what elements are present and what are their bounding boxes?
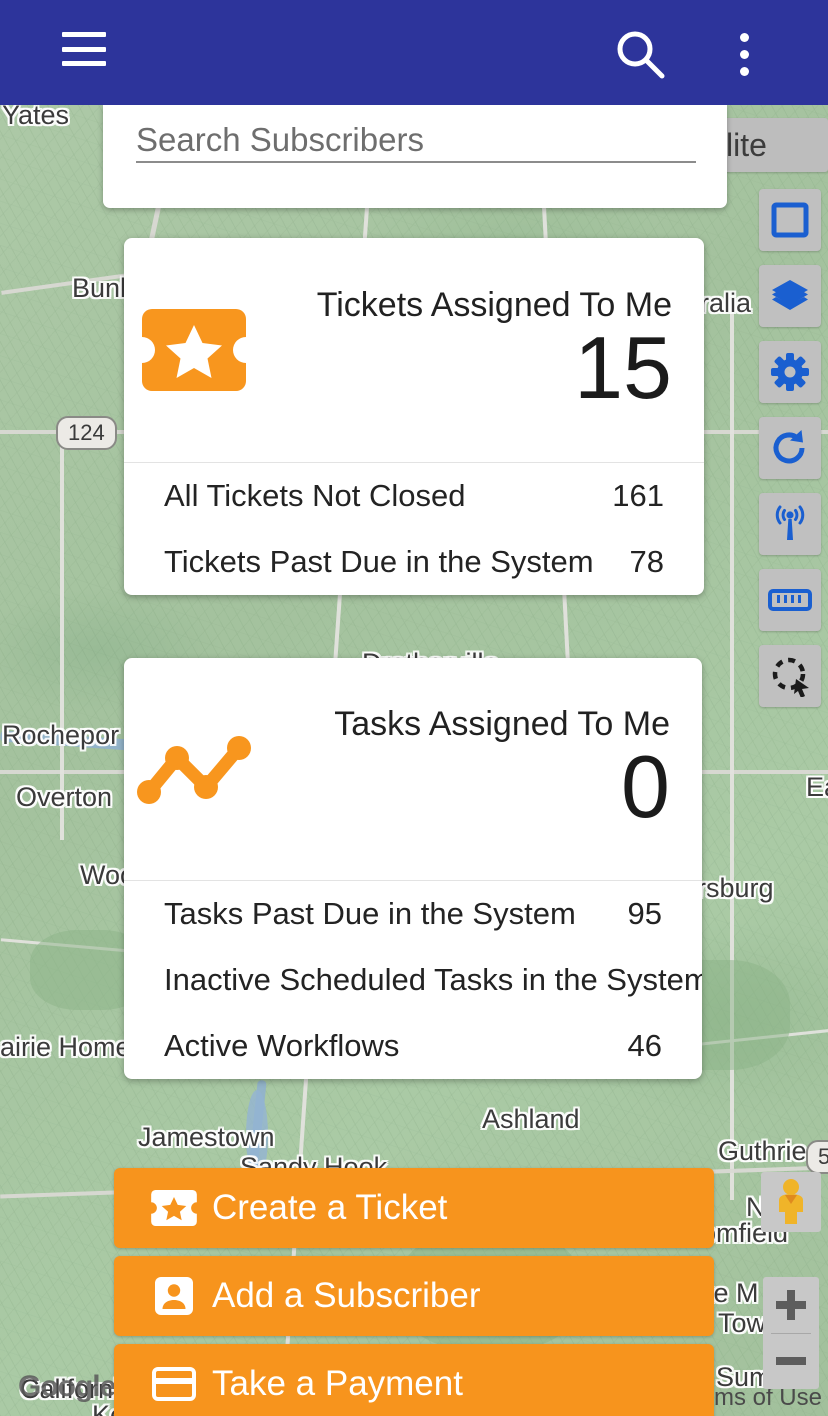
satellite-toggle-button[interactable]: lite (714, 118, 828, 172)
map-place-label: Guthrie (718, 1136, 807, 1166)
create-ticket-icon-wrap (136, 1190, 212, 1226)
map-route-shield: 124 (56, 416, 117, 450)
subscriber-search-panel (103, 105, 727, 208)
list-item[interactable]: Tasks Past Due in the System 95 (124, 881, 702, 947)
person-icon (155, 1277, 193, 1315)
ticket-star-icon (142, 309, 246, 391)
more-dot (739, 49, 749, 59)
tasks-stat-list: Tasks Past Due in the System 95 Inactive… (124, 881, 702, 1079)
list-item[interactable]: All Tickets Not Closed 161 (124, 463, 704, 529)
more-dot (739, 32, 749, 42)
line-chart-icon (137, 736, 251, 804)
street-view-pegman-icon (779, 1179, 803, 1224)
stat-value: 78 (629, 544, 664, 579)
lasso-select-icon (772, 657, 809, 697)
tasks-summary-card[interactable]: Tasks Assigned To Me 0 Tasks Past Due in… (124, 658, 702, 1079)
zoom-in-button[interactable] (763, 1277, 819, 1333)
tasks-card-head-text: Tasks Assigned To Me 0 (264, 705, 702, 836)
more-dot (739, 66, 749, 76)
satellite-toggle-label: lite (726, 126, 767, 163)
stat-value: 161 (612, 478, 664, 513)
stat-value: 95 (627, 896, 662, 931)
lasso-select-icon-button[interactable] (759, 645, 821, 707)
stat-label: Active Workflows (164, 1028, 400, 1063)
credit-card-icon (152, 1367, 196, 1401)
square-outline-icon-button[interactable] (759, 189, 821, 251)
stat-label: Tasks Past Due in the System (164, 896, 576, 931)
map-place-label: Jamestown (138, 1122, 275, 1152)
create-a-ticket-button[interactable]: Create a Ticket (114, 1168, 714, 1248)
ruler-icon (768, 589, 812, 611)
broadcast-tower-icon (775, 505, 805, 540)
map-place-label: Ashland (482, 1104, 580, 1134)
add-subscriber-icon-wrap (136, 1276, 212, 1316)
take-payment-icon-wrap (136, 1367, 212, 1401)
minus-icon (776, 1357, 806, 1366)
tickets-card-header: Tickets Assigned To Me 15 (124, 238, 704, 462)
take-a-payment-button[interactable]: Take a Payment (114, 1344, 714, 1416)
hamburger-menu-icon[interactable] (62, 32, 106, 66)
tickets-card-icon-wrap (124, 309, 264, 391)
map-place-label: Overton (16, 782, 113, 812)
search-subscribers-input[interactable] (136, 112, 696, 168)
hamburger-line (62, 32, 106, 37)
tasks-card-value: 0 (621, 736, 670, 836)
list-item[interactable]: Tickets Past Due in the System 78 (124, 529, 704, 595)
tasks-card-title: Tasks Assigned To Me (334, 705, 670, 744)
plus-icon (776, 1289, 806, 1320)
tasks-card-header: Tasks Assigned To Me 0 (124, 658, 702, 880)
map-route-shield: 5 (806, 1140, 828, 1174)
stat-value: 46 (627, 1028, 662, 1063)
mobile-app-screen: YatesBunkraliaRocheporOvertonWooEaersbur… (0, 0, 828, 1416)
tickets-card-value: 15 (574, 317, 672, 417)
map-road (60, 440, 64, 840)
layers-icon (772, 280, 808, 310)
hamburger-line (62, 46, 106, 52)
hamburger-line (62, 61, 106, 66)
refresh-icon (773, 430, 805, 464)
tickets-summary-card[interactable]: Tickets Assigned To Me 15 All Tickets No… (124, 238, 704, 595)
stat-label: Inactive Scheduled Tasks in the System (164, 962, 702, 997)
gear-icon-button[interactable] (759, 341, 821, 403)
take-payment-label: Take a Payment (212, 1364, 463, 1403)
add-a-subscriber-button[interactable]: Add a Subscriber (114, 1256, 714, 1336)
map-place-label: Ea (806, 772, 828, 802)
create-ticket-label: Create a Ticket (212, 1188, 448, 1227)
map-zoom-control[interactable] (763, 1277, 819, 1389)
more-vertical-icon-button[interactable] (722, 22, 766, 86)
zoom-out-button[interactable] (763, 1334, 819, 1390)
map-place-label: ralia (700, 288, 752, 318)
app-header-bar (0, 0, 828, 105)
list-item[interactable]: Active Workflows 46 (124, 1013, 702, 1079)
ticket-star-icon (151, 1190, 197, 1226)
search-input-underline (136, 161, 696, 163)
tickets-stat-list: All Tickets Not Closed 161 Tickets Past … (124, 463, 704, 595)
map-place-label: Rochepor (2, 720, 120, 750)
tasks-card-icon-wrap (124, 732, 264, 806)
stat-label: Tickets Past Due in the System (164, 544, 594, 579)
ruler-icon-button[interactable] (759, 569, 821, 631)
map-place-label: Tow (718, 1308, 767, 1338)
street-view-pegman-button[interactable] (761, 1172, 821, 1232)
gear-icon (771, 353, 809, 391)
tickets-card-head-text: Tickets Assigned To Me 15 (264, 287, 704, 417)
list-item[interactable]: Inactive Scheduled Tasks in the System 3 (124, 947, 702, 1013)
broadcast-tower-icon-button[interactable] (759, 493, 821, 555)
stat-label: All Tickets Not Closed (164, 478, 466, 513)
search-icon (617, 31, 665, 79)
layers-icon-button[interactable] (759, 265, 821, 327)
square-outline-icon (771, 202, 809, 238)
map-attribution: Google (18, 1370, 116, 1403)
search-icon-button[interactable] (612, 26, 668, 82)
add-subscriber-label: Add a Subscriber (212, 1276, 481, 1315)
refresh-icon-button[interactable] (759, 417, 821, 479)
map-place-label: airie Home (0, 1032, 131, 1062)
